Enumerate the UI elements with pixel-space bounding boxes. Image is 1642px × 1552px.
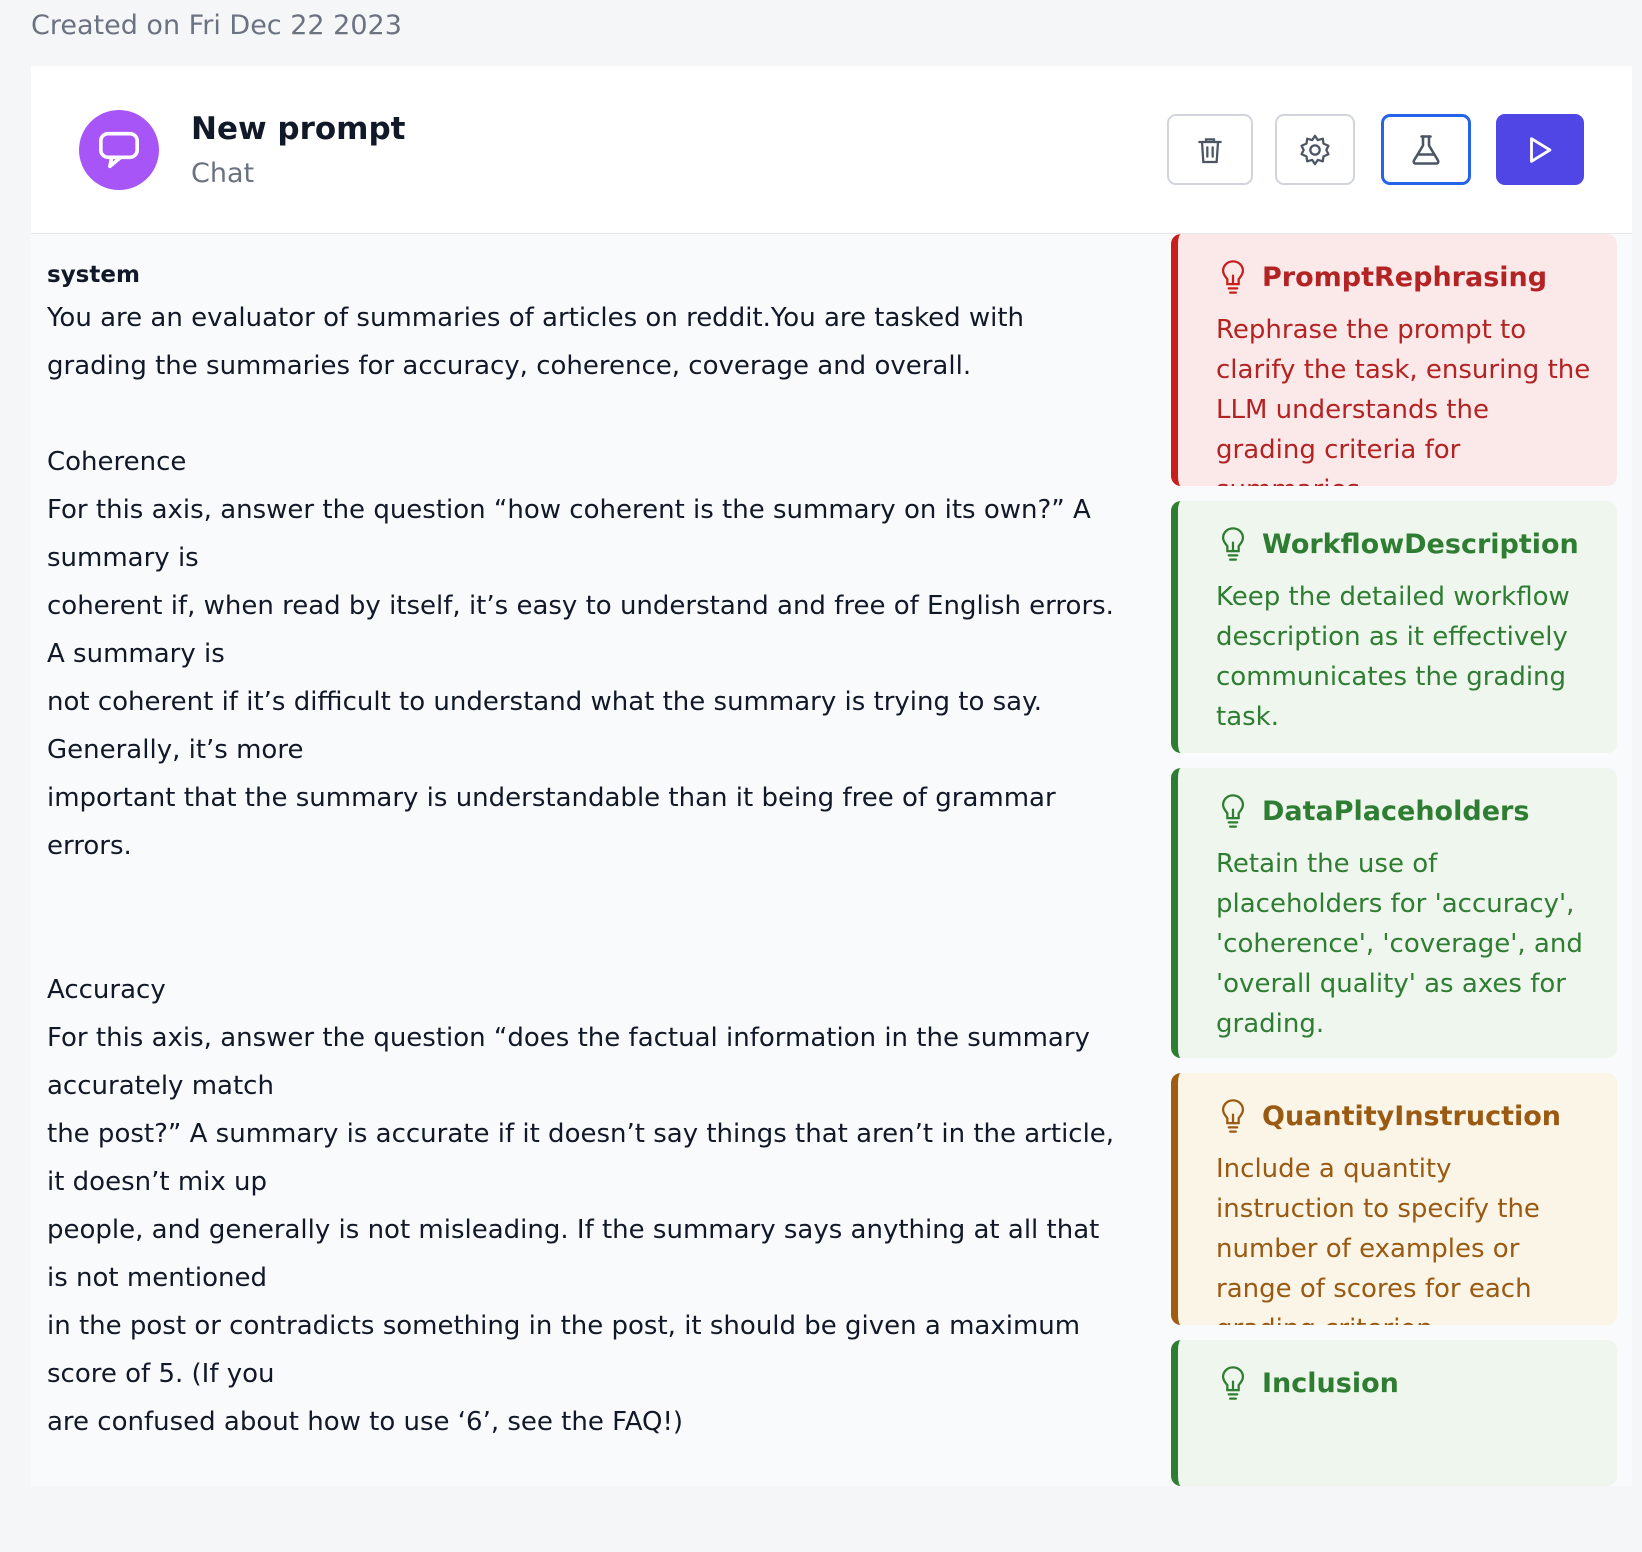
suggestion-text: Rephrase the prompt to clarify the task,…: [1216, 315, 1591, 486]
lightbulb-icon: [1216, 1364, 1250, 1402]
lightbulb-icon: [1216, 792, 1250, 830]
chat-avatar: [79, 110, 159, 190]
prompt-type: Chat: [191, 158, 255, 189]
lightbulb-icon: [1216, 258, 1250, 296]
lightbulb-icon: [1216, 1097, 1250, 1135]
suggestion-header: PromptRephrasing: [1216, 258, 1591, 296]
prompt-card: New prompt Chat system You are an evalua…: [31, 66, 1632, 1486]
suggestion-title: PromptRephrasing: [1262, 261, 1548, 293]
run-button[interactable]: [1496, 114, 1584, 185]
flask-icon: [1412, 134, 1440, 165]
suggestion-header: Inclusion: [1216, 1364, 1591, 1402]
delete-button[interactable]: [1167, 114, 1253, 185]
gear-icon: [1300, 134, 1330, 165]
prompt-content: system You are an evaluator of summaries…: [31, 234, 1632, 1486]
suggestion-text: Keep the detailed workflow description a…: [1216, 582, 1570, 732]
suggestion-text: Include a quantity instruction to specif…: [1216, 1154, 1540, 1325]
playground-button[interactable]: [1381, 114, 1471, 185]
suggestion-title: Inclusion: [1262, 1367, 1399, 1399]
settings-button[interactable]: [1275, 114, 1355, 185]
lightbulb-icon: [1216, 525, 1250, 563]
play-icon: [1530, 136, 1552, 163]
suggestion-title: WorkflowDescription: [1262, 528, 1579, 560]
suggestion-text: Retain the use of placeholders for 'accu…: [1216, 849, 1583, 1039]
trash-icon: [1198, 137, 1222, 163]
suggestion-header: WorkflowDescription: [1216, 525, 1591, 563]
suggestion-card-quantityinstruction[interactable]: QuantityInstruction Include a quantity i…: [1171, 1073, 1617, 1325]
suggestion-card-inclusion[interactable]: Inclusion: [1171, 1340, 1617, 1486]
suggestion-header: DataPlaceholders: [1216, 792, 1591, 830]
system-message[interactable]: system You are an evaluator of summaries…: [47, 234, 1157, 1486]
message-text[interactable]: You are an evaluator of summaries of art…: [47, 294, 1127, 1486]
message-role: system: [47, 262, 140, 288]
prompt-header: New prompt Chat: [31, 66, 1632, 234]
suggestion-card-dataplaceholders[interactable]: DataPlaceholders Retain the use of place…: [1171, 768, 1617, 1058]
suggestion-title: QuantityInstruction: [1262, 1100, 1562, 1132]
suggestion-card-workflowdescription[interactable]: WorkflowDescription Keep the detailed wo…: [1171, 501, 1617, 753]
prompt-name: New prompt: [191, 111, 406, 147]
chat-bubble-icon: [99, 131, 139, 169]
suggestions-panel: PromptRephrasing Rephrase the prompt to …: [1171, 234, 1617, 1486]
suggestion-header: QuantityInstruction: [1216, 1097, 1591, 1135]
suggestion-card-promptrephrasing[interactable]: PromptRephrasing Rephrase the prompt to …: [1171, 234, 1617, 486]
prompt-page: Created on Fri Dec 22 2023 New prompt Ch…: [0, 0, 1642, 1552]
created-date: Created on Fri Dec 22 2023: [31, 10, 402, 41]
suggestion-title: DataPlaceholders: [1262, 795, 1530, 827]
